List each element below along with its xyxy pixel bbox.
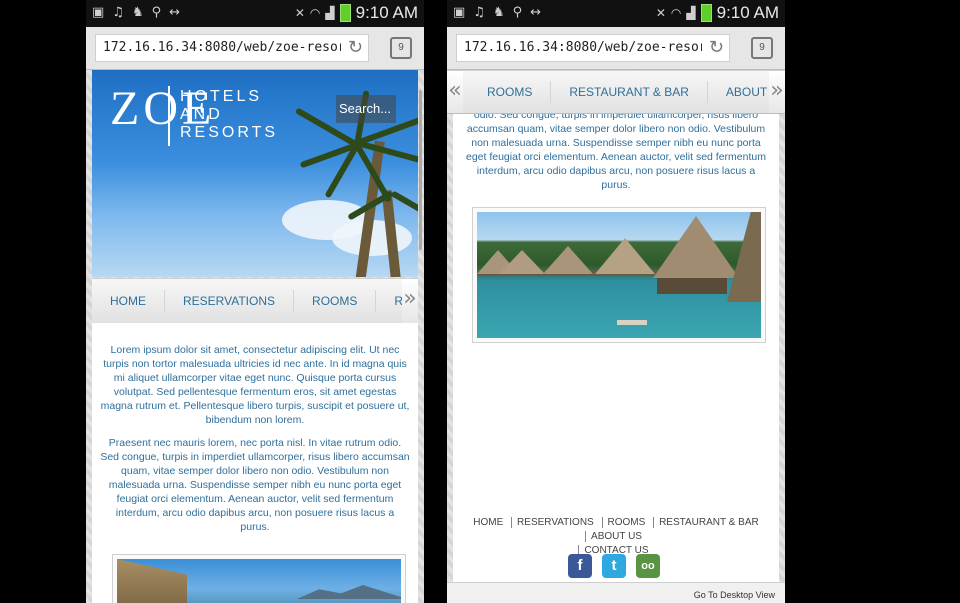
search-notification-icon: ⚲ (512, 5, 523, 20)
page-scrollbar[interactable] (419, 90, 422, 250)
browser-toolbar: 172.16.16.34:8080/web/zoe-resort/h ↻ 9 (86, 27, 424, 70)
sync-icon: ↔ (169, 5, 181, 20)
content-paragraph: odio. Sed congue, turpis in imperdiet ul… (465, 109, 766, 191)
nav-item-rooms[interactable]: ROOMS (294, 290, 377, 312)
web-page: odio. Sed congue, turpis in imperdiet ul… (447, 70, 785, 603)
nav-item-home[interactable]: HOME (92, 290, 165, 312)
browser-toolbar: 172.16.16.34:8080/web/zoe-resort/h ↻ 9 (447, 27, 785, 70)
mute-icon: ✕ (294, 6, 305, 20)
twitter-icon[interactable]: t (602, 554, 626, 578)
logo-divider (168, 86, 170, 146)
status-time: 9:10 AM (355, 3, 418, 22)
reload-icon[interactable]: ↻ (709, 37, 724, 58)
gallery-icon: ▣ (453, 5, 466, 20)
wifi-icon: ◠ (670, 6, 682, 20)
wifi-icon: ◠ (309, 6, 321, 20)
main-nav: HOME RESERVATIONS ROOMS RESTA » (92, 278, 418, 324)
footer-bar: Go To Desktop View (447, 582, 785, 603)
footer-link-about[interactable]: ABOUT US (585, 531, 647, 542)
url-text: 172.16.16.34:8080/web/zoe-resort/h (103, 40, 341, 55)
reload-icon[interactable]: ↻ (348, 37, 363, 58)
nav-item-rooms[interactable]: ROOMS (469, 81, 552, 103)
animal-icon: ♞ (492, 5, 505, 20)
battery-icon (339, 4, 351, 22)
nav-item-reservations[interactable]: RESERVATIONS (165, 290, 295, 312)
social-links: f t oo (568, 554, 660, 578)
search-input[interactable]: Search... (336, 95, 396, 123)
status-bar: ▣ ♫ ♞ ⚲ ↔ ✕ ◠ ▟ 9:10 AM (447, 0, 785, 27)
nav-scroll-right-icon[interactable]: » (769, 71, 785, 113)
search-placeholder: Search... (339, 101, 392, 116)
footer-link-restaurant[interactable]: RESTAURANT & BAR (653, 517, 764, 528)
phone-screen-left: ▣ ♫ ♞ ⚲ ↔ ✕ ◠ ▟ 9:10 AM 172.16.16.34:808… (86, 0, 424, 603)
sync-icon: ↔ (530, 5, 542, 20)
phone-screen-right: ▣ ♫ ♞ ⚲ ↔ ✕ ◠ ▟ 9:10 AM 172.16.16.34:808… (447, 0, 785, 603)
signal-icon: ▟ (325, 6, 335, 20)
main-content: odio. Sed congue, turpis in imperdiet ul… (453, 109, 779, 584)
web-page: ZOE HOTELS AND RESORTS Search... HOME RE… (86, 70, 424, 603)
resort-photo (112, 554, 406, 603)
footer-link-rooms[interactable]: ROOMS (601, 517, 651, 528)
desktop-view-link[interactable]: Go To Desktop View (694, 590, 775, 600)
music-icon: ♫ (473, 5, 485, 20)
header-banner: ZOE HOTELS AND RESORTS Search... (92, 70, 418, 277)
signal-icon: ▟ (686, 6, 696, 20)
url-text: 172.16.16.34:8080/web/zoe-resort/h (464, 40, 702, 55)
gallery-icon: ▣ (92, 5, 105, 20)
facebook-icon[interactable]: f (568, 554, 592, 578)
music-icon: ♫ (112, 5, 124, 20)
main-nav: « ROOMS RESTAURANT & BAR ABOUT US » (447, 70, 785, 114)
status-time: 9:10 AM (716, 3, 779, 22)
content-paragraph: Praesent nec mauris lorem, nec porta nis… (100, 437, 410, 533)
content-paragraph: Lorem ipsum dolor sit amet, consectetur … (100, 344, 410, 426)
url-field[interactable]: 172.16.16.34:8080/web/zoe-resort/h ↻ (456, 34, 730, 62)
tripadvisor-icon[interactable]: oo (636, 554, 660, 578)
nav-item-restaurant[interactable]: RESTAURANT & BAR (551, 81, 708, 103)
tabs-icon[interactable]: 9 (390, 37, 412, 59)
mute-icon: ✕ (655, 6, 666, 20)
logo-tagline: HOTELS AND RESORTS (180, 88, 279, 141)
tabs-icon[interactable]: 9 (751, 37, 773, 59)
status-bar: ▣ ♫ ♞ ⚲ ↔ ✕ ◠ ▟ 9:10 AM (86, 0, 424, 27)
footer-nav: HOME RESERVATIONS ROOMS RESTAURANT & BAR… (453, 516, 779, 558)
nav-scroll-left-icon[interactable]: « (447, 71, 463, 113)
footer-link-reservations[interactable]: RESERVATIONS (511, 517, 599, 528)
nav-scroll-right-icon[interactable]: » (402, 279, 418, 323)
battery-icon (700, 4, 712, 22)
animal-icon: ♞ (131, 5, 144, 20)
resort-photo (472, 207, 766, 343)
footer-link-home[interactable]: HOME (468, 517, 508, 528)
url-field[interactable]: 172.16.16.34:8080/web/zoe-resort/h ↻ (95, 34, 369, 62)
search-notification-icon: ⚲ (151, 5, 162, 20)
